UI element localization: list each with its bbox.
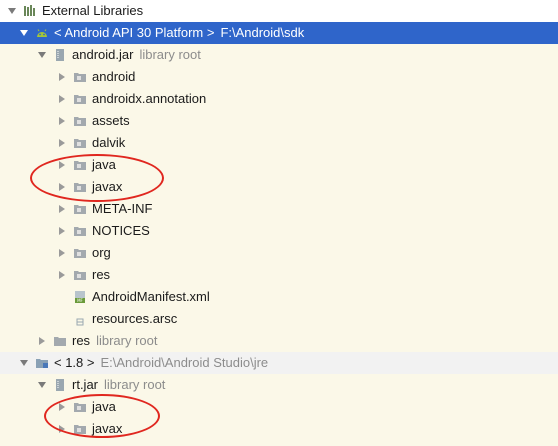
tree-label: NOTICES [92, 223, 150, 238]
collapsed-arrow-icon[interactable] [56, 269, 68, 281]
tree-label: java [92, 157, 116, 172]
tree-row-package[interactable]: android [0, 66, 558, 88]
package-icon [72, 135, 88, 151]
expanded-arrow-icon[interactable] [18, 27, 30, 39]
sdk-path: F:\Android\sdk [220, 25, 305, 40]
package-icon [72, 69, 88, 85]
tree-row-package[interactable]: NOTICES [0, 220, 558, 242]
tree-label: org [92, 245, 111, 260]
file-icon [72, 311, 88, 327]
tree-label: rt.jar [72, 377, 98, 392]
tree-row-package[interactable]: java [0, 154, 558, 176]
collapsed-arrow-icon[interactable] [56, 247, 68, 259]
collapsed-arrow-icon[interactable] [56, 159, 68, 171]
tree-row-jdk[interactable]: < 1.8 > E:\Android\Android Studio\jre [0, 352, 558, 374]
package-icon [72, 399, 88, 415]
tree-label: androidx.annotation [92, 91, 207, 106]
collapsed-arrow-icon[interactable] [56, 181, 68, 193]
tree-row-rt-jar[interactable]: rt.jar library root [0, 374, 558, 396]
manifest-file-icon: MF [72, 289, 88, 305]
package-icon [72, 421, 88, 437]
collapsed-arrow-icon[interactable] [56, 137, 68, 149]
collapsed-arrow-icon[interactable] [56, 203, 68, 215]
library-root-hint: library root [139, 47, 201, 62]
package-icon [72, 179, 88, 195]
tree-label: resources.arsc [92, 311, 178, 326]
expanded-arrow-icon[interactable] [36, 49, 48, 61]
tree-label: java [92, 399, 116, 414]
library-root-hint: library root [96, 333, 158, 348]
tree-label: android.jar [72, 47, 134, 62]
expanded-arrow-icon[interactable] [36, 379, 48, 391]
package-icon [72, 245, 88, 261]
collapsed-arrow-icon[interactable] [36, 335, 48, 347]
jar-icon [52, 377, 68, 393]
expanded-arrow-icon[interactable] [6, 5, 18, 17]
package-icon [72, 201, 88, 217]
tree-row-package[interactable]: javax [0, 418, 558, 440]
package-icon [72, 91, 88, 107]
package-icon [72, 113, 88, 129]
android-icon [34, 25, 50, 41]
tree-row-file[interactable]: resources.arsc [0, 308, 558, 330]
tree-row-res-library[interactable]: res library root [0, 330, 558, 352]
collapsed-arrow-icon[interactable] [56, 115, 68, 127]
tree-row-package[interactable]: dalvik [0, 132, 558, 154]
tree-label: javax [92, 179, 123, 194]
tree-label: android [92, 69, 136, 84]
library-root-hint: library root [104, 377, 166, 392]
tree-row-android-jar[interactable]: android.jar library root [0, 44, 558, 66]
collapsed-arrow-icon[interactable] [56, 93, 68, 105]
collapsed-arrow-icon[interactable] [56, 423, 68, 435]
tree-label: External Libraries [42, 3, 144, 18]
svg-text:MF: MF [77, 298, 83, 303]
jar-icon [52, 47, 68, 63]
libraries-icon [22, 3, 38, 19]
tree-label: < Android API 30 Platform > [54, 25, 215, 40]
jdk-path: E:\Android\Android Studio\jre [100, 355, 269, 370]
tree-row-package[interactable]: assets [0, 110, 558, 132]
collapsed-arrow-icon[interactable] [56, 401, 68, 413]
tree-label: META-INF [92, 201, 153, 216]
tree-row-external-libraries[interactable]: External Libraries [0, 0, 558, 22]
folder-icon [52, 333, 68, 349]
tree-row-package[interactable]: res [0, 264, 558, 286]
package-icon [72, 157, 88, 173]
jdk-folder-icon [34, 355, 50, 371]
expanded-arrow-icon[interactable] [18, 357, 30, 369]
tree-row-package[interactable]: org [0, 242, 558, 264]
tree-label: < 1.8 > [54, 355, 95, 370]
tree-row-package[interactable]: javax [0, 176, 558, 198]
tree-label: AndroidManifest.xml [92, 289, 210, 304]
package-icon [72, 267, 88, 283]
tree-label: assets [92, 113, 130, 128]
tree-row-package[interactable]: androidx.annotation [0, 88, 558, 110]
tree-label: res [72, 333, 91, 348]
tree-label: javax [92, 421, 123, 436]
tree-label: res [92, 267, 111, 282]
collapsed-arrow-icon[interactable] [56, 71, 68, 83]
collapsed-arrow-icon[interactable] [56, 225, 68, 237]
tree-row-package[interactable]: META-INF [0, 198, 558, 220]
tree-row-package[interactable]: java [0, 396, 558, 418]
tree-label: dalvik [92, 135, 126, 150]
tree-row-android-sdk[interactable]: < Android API 30 Platform > F:\Android\s… [0, 22, 558, 44]
tree-row-file[interactable]: MF AndroidManifest.xml [0, 286, 558, 308]
package-icon [72, 223, 88, 239]
